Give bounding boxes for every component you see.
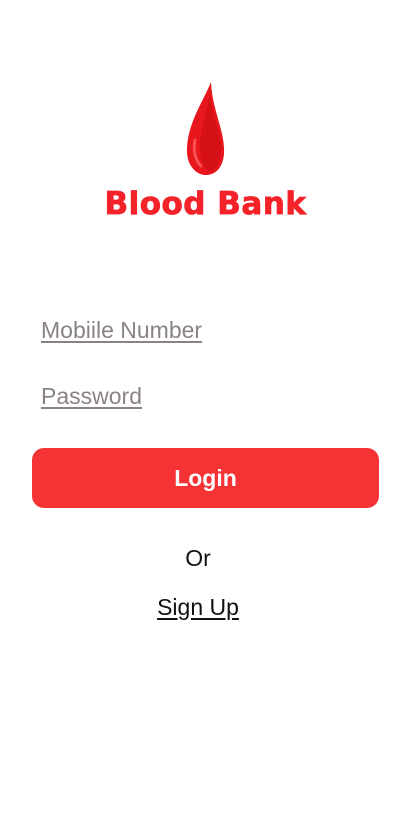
sign-up-link[interactable]: Sign Up bbox=[0, 594, 396, 621]
login-button[interactable]: Login bbox=[32, 448, 379, 508]
password-field[interactable] bbox=[41, 380, 371, 412]
mobile-number-field[interactable] bbox=[41, 314, 371, 346]
app-title: Blood Bank bbox=[104, 186, 307, 223]
blood-drop-icon bbox=[186, 82, 225, 175]
or-separator: Or bbox=[185, 545, 211, 571]
